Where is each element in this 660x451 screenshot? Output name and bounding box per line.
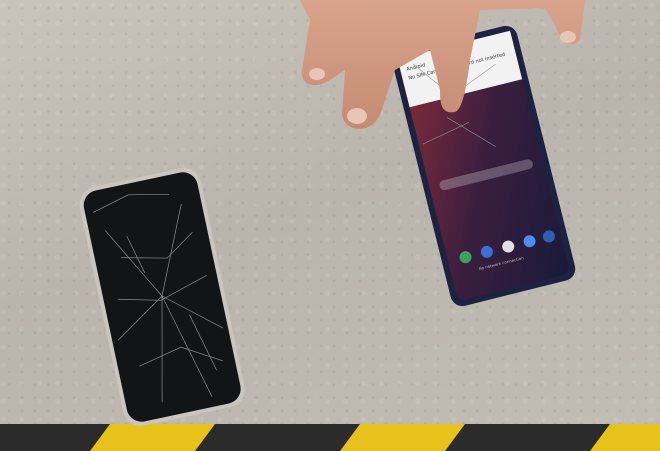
photo-scene: Android No SIM Card SIM card not inserte… <box>0 0 660 451</box>
hazard-stripe <box>0 424 660 451</box>
fingernail <box>560 31 576 43</box>
right-phone: Android No SIM Card SIM card not inserte… <box>392 25 576 307</box>
left-phone-cracked <box>79 168 245 426</box>
scene-svg: Android No SIM Card SIM card not inserte… <box>0 0 660 451</box>
fingernail <box>347 108 367 124</box>
fingernail <box>309 68 325 80</box>
